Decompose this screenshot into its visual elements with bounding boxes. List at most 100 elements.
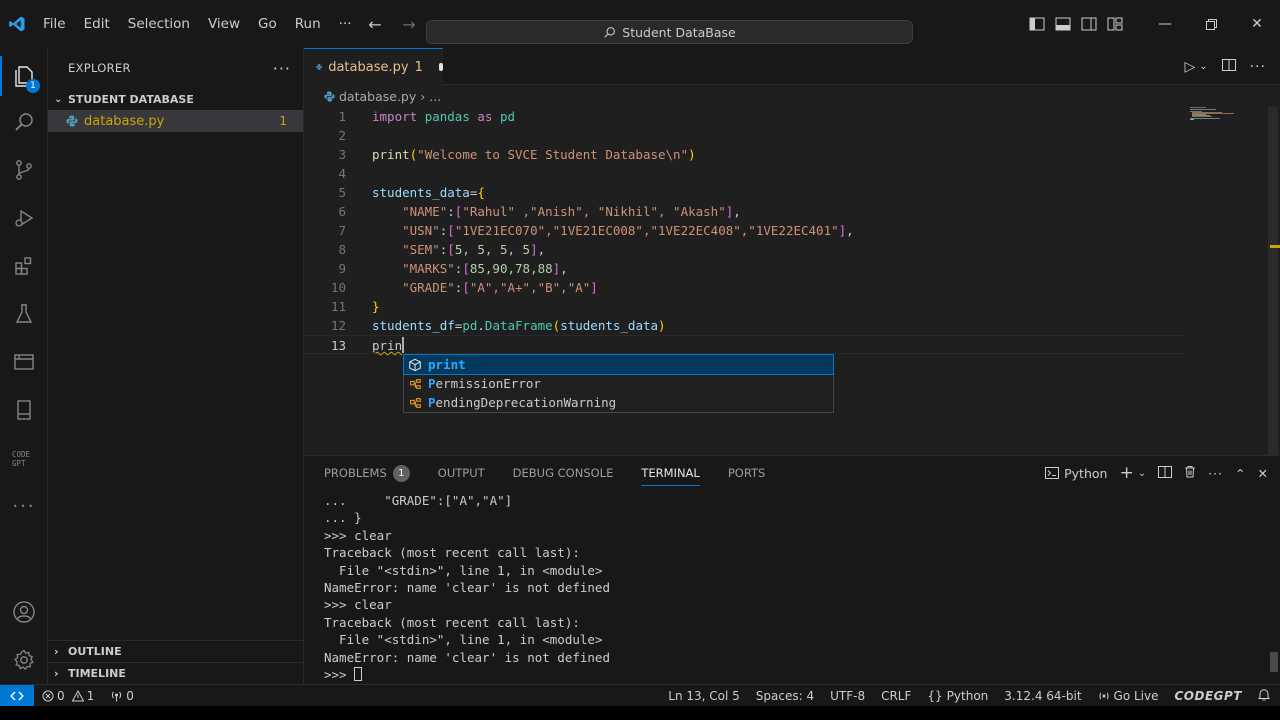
kill-terminal-trash-icon[interactable] — [1184, 465, 1196, 481]
terminal-scrollbar[interactable] — [1270, 652, 1278, 672]
codegpt-icon[interactable]: CODE GPT — [0, 434, 48, 482]
terminal-icon — [1045, 467, 1060, 479]
accounts-icon[interactable] — [0, 588, 48, 636]
code-line: 11} — [304, 297, 1264, 316]
line-number: 11 — [330, 299, 346, 314]
customize-layout-icon[interactable] — [1102, 0, 1128, 48]
status-bar: 0 1 0 Ln 13, Col 5 Spaces: 4 UTF-8 CRLF … — [0, 684, 1280, 707]
toggle-primary-sidebar-icon[interactable] — [1024, 0, 1050, 48]
more-views-icon[interactable]: ··· — [0, 482, 48, 530]
split-terminal-icon[interactable] — [1158, 465, 1173, 481]
menu-go[interactable]: Go — [249, 0, 286, 48]
testing-flask-icon[interactable] — [0, 290, 48, 338]
terminal-shell-selector[interactable]: Python — [1045, 466, 1107, 481]
explorer-icon[interactable]: 1 — [0, 52, 48, 100]
terminal-line: NameError: name 'clear' is not defined — [324, 580, 610, 595]
suggestion-item[interactable]: PermissionError — [404, 374, 833, 393]
tab-output[interactable]: OUTPUT — [438, 456, 485, 490]
indentation[interactable]: Spaces: 4 — [756, 689, 814, 703]
tab-debug-console[interactable]: DEBUG CONSOLE — [513, 456, 614, 490]
timeline-section[interactable]: › TIMELINE — [48, 662, 303, 684]
menu-selection[interactable]: Selection — [119, 0, 199, 48]
code-token: "SEM" — [402, 242, 440, 257]
run-python-file-icon[interactable]: ▷ — [1184, 59, 1195, 75]
toggle-secondary-sidebar-icon[interactable] — [1076, 0, 1102, 48]
device-icon[interactable] — [0, 386, 48, 434]
menu-edit[interactable]: Edit — [75, 0, 119, 48]
python-interpreter[interactable]: 3.12.4 64-bit — [1004, 689, 1081, 703]
editor-scrollbar[interactable] — [1266, 107, 1280, 455]
source-control-icon[interactable] — [0, 146, 48, 194]
breadcrumb-more[interactable]: ... — [429, 89, 441, 104]
run-dropdown-icon[interactable]: ⌄ — [1199, 61, 1207, 72]
editor-tabs: database.py 1 ▷ ⌄ ··· — [304, 48, 1280, 85]
breadcrumb-file[interactable]: database.py — [339, 89, 416, 104]
suggestion-item[interactable]: PendingDeprecationWarning — [404, 393, 833, 412]
end-of-line[interactable]: CRLF — [881, 689, 911, 703]
new-terminal-plus-icon[interactable]: + — [1119, 463, 1133, 483]
maximize-panel-chevron-up-icon[interactable]: ⌃ — [1235, 466, 1245, 481]
class-icon — [410, 378, 421, 389]
codegpt-status[interactable]: CODEGPT — [1175, 689, 1243, 703]
folder-section[interactable]: ⌄ STUDENT DATABASE — [48, 88, 303, 110]
code-token: students_data — [560, 318, 659, 333]
explorer-more-icon[interactable]: ··· — [273, 59, 291, 78]
suggestion-item[interactable]: print — [403, 354, 834, 375]
tab-database-py[interactable]: database.py 1 — [304, 48, 443, 85]
menu-run[interactable]: Run — [286, 0, 330, 48]
close-panel-icon[interactable]: ✕ — [1258, 466, 1268, 481]
tab-terminal[interactable]: TERMINAL — [641, 456, 701, 490]
language-mode[interactable]: {} Python — [927, 689, 988, 703]
close-window-icon[interactable]: ✕ — [1234, 0, 1280, 48]
tab-terminal-label: TERMINAL — [641, 466, 700, 480]
menu-view[interactable]: View — [199, 0, 249, 48]
editor-more-icon[interactable]: ··· — [1250, 59, 1266, 75]
code-line: 1 import pandas as pd — [304, 107, 1264, 126]
tab-problems-label: PROBLEMS — [324, 466, 387, 480]
tab-problems[interactable]: PROBLEMS 1 — [324, 456, 410, 490]
minimize-icon[interactable]: — — [1142, 0, 1188, 48]
ports-status[interactable]: 0 — [110, 689, 134, 703]
panel-more-icon[interactable]: ··· — [1208, 466, 1223, 481]
restore-icon[interactable] — [1188, 0, 1234, 48]
toggle-panel-icon[interactable] — [1050, 0, 1076, 48]
autocomplete-suggestions: print PermissionError PendingDeprecation… — [403, 354, 834, 413]
command-center-search[interactable]: Student DataBase — [426, 20, 913, 44]
code-token: "NAME" — [402, 204, 448, 219]
split-editor-icon[interactable] — [1221, 58, 1236, 75]
outline-label: OUTLINE — [68, 645, 122, 658]
remote-window-icon[interactable] — [0, 684, 34, 707]
terminal-line: ... } — [324, 510, 362, 526]
minimap[interactable] — [1190, 107, 1250, 127]
outline-section[interactable]: › OUTLINE — [48, 640, 303, 662]
problems-status[interactable]: 0 1 — [42, 689, 94, 703]
menu-file[interactable]: File — [34, 0, 75, 48]
run-debug-icon[interactable] — [0, 194, 48, 242]
notifications-bell-icon[interactable] — [1257, 688, 1271, 704]
nav-arrows: ← → — [362, 0, 422, 48]
manage-gear-icon[interactable] — [0, 636, 48, 684]
cursor-position[interactable]: Ln 13, Col 5 — [668, 689, 740, 703]
terminal-prompt-line[interactable]: >>> — [324, 666, 363, 683]
tab-ports[interactable]: PORTS — [728, 456, 765, 490]
ports-antenna-icon — [112, 691, 122, 701]
terminal-dropdown-icon[interactable]: ⌄ — [1138, 468, 1146, 479]
file-encoding[interactable]: UTF-8 — [830, 689, 865, 703]
file-item-database[interactable]: database.py 1 — [48, 110, 303, 132]
search-activity-icon[interactable] — [0, 98, 48, 146]
terminal-line: >>> clear — [324, 527, 392, 543]
extensions-icon[interactable] — [0, 242, 48, 290]
bottom-panel: PROBLEMS 1 OUTPUT DEBUG CONSOLE TERMINAL… — [304, 455, 1280, 684]
go-live-button[interactable]: Go Live — [1098, 689, 1159, 703]
unsaved-dot-icon[interactable] — [438, 63, 443, 71]
remote-explorer-icon[interactable] — [0, 338, 48, 386]
line-number: 5 — [338, 185, 346, 200]
menu-more[interactable]: ··· — [330, 0, 361, 48]
code-token: "GRADE" — [402, 280, 455, 295]
current-code-line: 13 prin — [304, 335, 1184, 354]
forward-arrow-icon[interactable]: → — [396, 15, 422, 34]
terminal-line: File "<stdin>", line 1, in <module> — [324, 562, 603, 578]
back-arrow-icon[interactable]: ← — [362, 15, 388, 34]
scrollbar-thumb[interactable] — [1268, 107, 1278, 455]
tab-ports-label: PORTS — [727, 466, 766, 480]
